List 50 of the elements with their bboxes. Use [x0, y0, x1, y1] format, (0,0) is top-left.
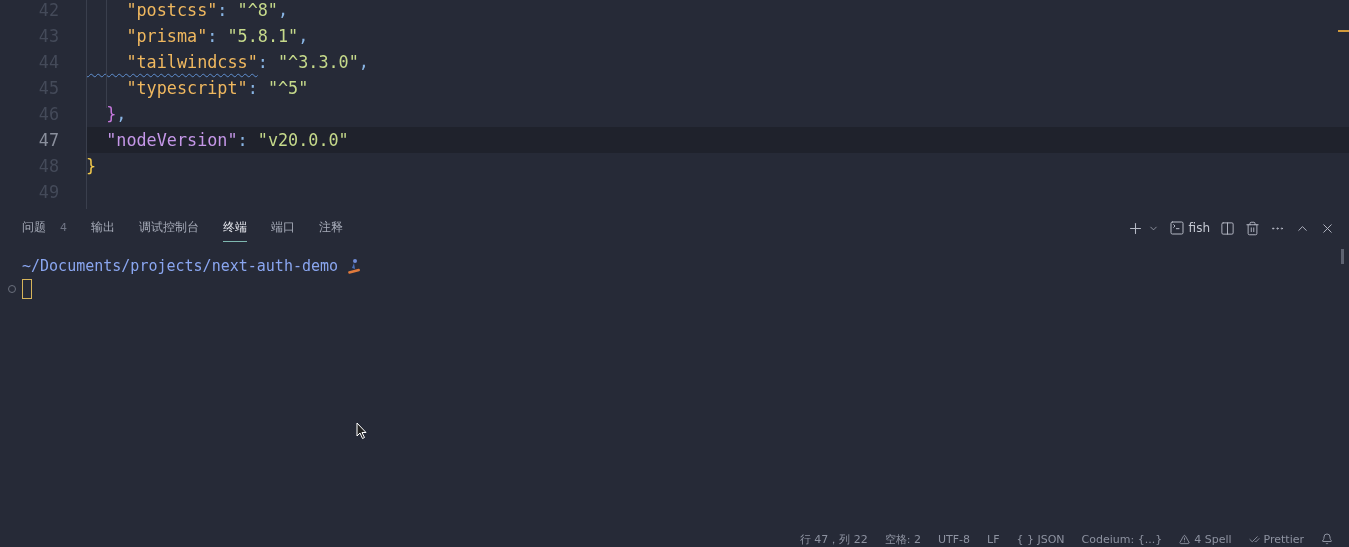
status-item[interactable]: 行 47，列 22 — [799, 531, 868, 547]
code-token: , — [298, 26, 309, 46]
panel-tab[interactable]: 端口 — [271, 214, 295, 242]
line-number: 47 — [37, 130, 59, 150]
panel-tab[interactable]: 注释 — [319, 214, 343, 242]
scrollbar-thumb[interactable] — [1341, 249, 1344, 264]
code-token: : — [247, 78, 259, 98]
code-token: , — [358, 52, 369, 72]
code-token: : — [207, 26, 219, 46]
code-token: "^8" — [237, 0, 278, 20]
code-token: : — [217, 0, 229, 20]
terminal-path: ~/Documents/projects/next-auth-demo — [22, 257, 339, 275]
code-token: : — [257, 52, 269, 72]
code-token: : — [237, 130, 249, 150]
code-token: , — [278, 0, 289, 20]
status-item[interactable]: Codeium: {...} — [1081, 532, 1163, 546]
overview-ruler-mark — [1338, 30, 1349, 32]
problem-count: 4 — [60, 221, 67, 234]
code-token: "typescript" — [125, 78, 248, 98]
split-icon[interactable] — [1220, 220, 1235, 236]
code-token: "nodeVersion" — [105, 130, 238, 150]
code-token: } — [86, 156, 97, 176]
code-token: } — [105, 104, 117, 124]
warning-icon — [1179, 533, 1191, 545]
prettier-status[interactable]: Prettier — [1248, 532, 1304, 546]
terminal-icon[interactable] — [1168, 220, 1185, 236]
status-item[interactable]: 空格: 2 — [884, 531, 921, 547]
mouse-pointer-icon — [356, 422, 368, 440]
panel-tab[interactable]: 问题 4 — [22, 214, 67, 242]
check-icon — [1248, 533, 1260, 545]
notification-icon[interactable] — [1321, 533, 1333, 545]
code-token: "v20.0.0" — [257, 130, 349, 150]
code-token: "5.8.1" — [227, 26, 299, 46]
panel-tab[interactable]: 输出 — [91, 214, 115, 242]
terminal-cursor — [22, 279, 32, 299]
code-token: "^5" — [267, 78, 309, 98]
shell-name[interactable]: fish — [1188, 221, 1210, 235]
status-item[interactable]: { } JSON — [1016, 532, 1065, 546]
panel-tab[interactable]: 调试控制台 — [139, 214, 199, 242]
misspelled-code-token: "tailwindcss" — [125, 52, 258, 72]
status-item[interactable]: LF — [987, 532, 1000, 546]
code-token: "^3.3.0" — [278, 52, 359, 72]
trash-icon[interactable] — [1245, 220, 1260, 236]
status-item[interactable]: UTF-8 — [937, 532, 970, 546]
spell-status[interactable]: 4 Spell — [1179, 532, 1232, 546]
code-token: , — [116, 104, 127, 124]
code-token: "postcss" — [125, 0, 218, 20]
code-token: "prisma" — [125, 26, 208, 46]
skater-icon — [346, 258, 363, 274]
panel-tab[interactable]: 终端 — [223, 214, 247, 242]
